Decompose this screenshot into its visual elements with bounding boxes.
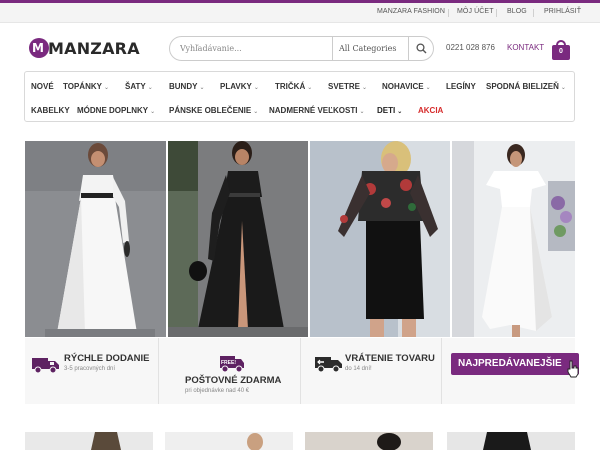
- feature-subtitle-returns: do 14 dní!: [345, 366, 372, 372]
- chevron-down-icon: ⌄: [253, 85, 259, 91]
- search-bar: All Categories: [169, 36, 434, 61]
- nav-item-panske-oblecenie[interactable]: PÁNSKE OBLEČENIE ⌄: [169, 106, 258, 115]
- banner-image-black-dress[interactable]: [168, 141, 308, 337]
- banner-image-ruffle-dress[interactable]: [452, 141, 575, 337]
- free-shipping-icon: FREE!: [220, 356, 244, 373]
- nav-item-svetre[interactable]: SVETRE ⌄: [328, 82, 367, 91]
- search-button[interactable]: [410, 37, 433, 60]
- topbar-link-my-account[interactable]: MÔJ ÚČET: [457, 8, 494, 15]
- product-thumbnail[interactable]: [25, 432, 153, 450]
- topbar-link-blog[interactable]: BLOG: [507, 8, 527, 15]
- phone-number[interactable]: 0221 028 876: [446, 43, 495, 52]
- topbar-link-manzara-fashion[interactable]: MANZARA FASHION: [377, 8, 445, 15]
- search-input[interactable]: [171, 38, 331, 59]
- logo-text: MANZARA: [48, 39, 140, 58]
- search-icon: [416, 43, 427, 54]
- chevron-down-icon: ⌄: [103, 85, 109, 91]
- chevron-down-icon: ⌄: [150, 109, 156, 115]
- feature-title-fast-delivery: RÝCHLE DODANIE: [64, 353, 150, 364]
- chevron-down-icon: ⌄: [560, 85, 566, 91]
- return-icon: [315, 357, 342, 373]
- logo-mark: M: [29, 38, 49, 58]
- nav-item-saty[interactable]: ŠATY ⌄: [125, 82, 153, 91]
- nav-item-plavky[interactable]: PLAVKY ⌄: [220, 82, 259, 91]
- divider: [441, 338, 442, 404]
- contact-link[interactable]: KONTAKT: [507, 43, 544, 52]
- divider: [496, 9, 497, 17]
- product-thumbnail[interactable]: [305, 432, 433, 450]
- nav-item-spodna-bielizen[interactable]: SPODNÁ BIELIZEŇ ⌄: [486, 82, 566, 91]
- feature-subtitle-fast-delivery: 3-5 pracovných dní: [64, 366, 116, 372]
- nav-item-kabelky[interactable]: KABELKY: [31, 106, 70, 115]
- nav-item-tricka[interactable]: TRIČKÁ ⌄: [275, 82, 312, 91]
- nav-item-modne-doplnky[interactable]: MÓDNE DOPLNKY ⌄: [77, 106, 155, 115]
- topbar-link-login[interactable]: PRIHLÁSIŤ: [544, 8, 581, 15]
- chevron-down-icon: ⌄: [362, 85, 368, 91]
- chevron-down-icon: ⌄: [253, 109, 259, 115]
- truck-icon: [32, 358, 59, 374]
- chevron-down-icon: ⌄: [307, 85, 313, 91]
- nav-item-topanky[interactable]: TOPÁNKY ⌄: [63, 82, 109, 91]
- banner-image-white-dress[interactable]: [25, 141, 166, 337]
- feature-title-free-shipping: POŠTOVNÉ ZDARMA: [185, 375, 282, 386]
- chevron-down-icon: ⌄: [199, 85, 205, 91]
- divider: [533, 9, 534, 17]
- cart-count: 0: [559, 48, 563, 55]
- divider: [448, 9, 449, 17]
- main-navigation: NOVÉ TOPÁNKY ⌄ ŠATY ⌄ BUNDY ⌄ PLAVKY ⌄ TRIČK…: [24, 71, 575, 122]
- nav-item-akcia[interactable]: AKCIA: [418, 106, 443, 115]
- nav-item-nohavice[interactable]: NOHAVICE ⌄: [382, 82, 431, 91]
- banner-image-lace-dress[interactable]: [310, 141, 450, 337]
- feature-title-returns: VRÁTENIE TOVARU: [345, 353, 435, 364]
- feature-subtitle-free-shipping: pri objednávke nad 40 €: [185, 388, 250, 394]
- chevron-down-icon: ⌄: [397, 109, 403, 115]
- divider: [158, 338, 159, 404]
- nav-item-leginy[interactable]: LEGÍNY: [446, 82, 476, 91]
- nav-item-nadmerne-velkosti[interactable]: NADMERNÉ VEĽKOSTI ⌄: [269, 106, 364, 115]
- product-thumbnail[interactable]: [165, 432, 293, 450]
- divider: [300, 338, 301, 404]
- hand-cursor-icon: [567, 360, 579, 378]
- chevron-down-icon: ⌄: [147, 85, 153, 91]
- nav-item-bundy[interactable]: BUNDY ⌄: [169, 82, 204, 91]
- chevron-down-icon: ⌄: [359, 109, 365, 115]
- nav-item-nove[interactable]: NOVÉ: [31, 82, 54, 91]
- bestsellers-button[interactable]: NAJPREDÁVANEJŠIE: [451, 353, 579, 375]
- search-category-select[interactable]: All Categories: [332, 37, 409, 60]
- cart-button[interactable]: 0: [551, 40, 571, 60]
- product-thumbnail[interactable]: [447, 432, 575, 450]
- top-bar: MANZARA FASHION MÔJ ÚČET BLOG PRIHLÁSIŤ: [0, 3, 600, 23]
- nav-item-deti[interactable]: DETI ⌄: [377, 106, 402, 115]
- chevron-down-icon: ⌄: [425, 85, 431, 91]
- free-label: FREE!: [221, 360, 236, 366]
- hero-banner[interactable]: [25, 141, 575, 337]
